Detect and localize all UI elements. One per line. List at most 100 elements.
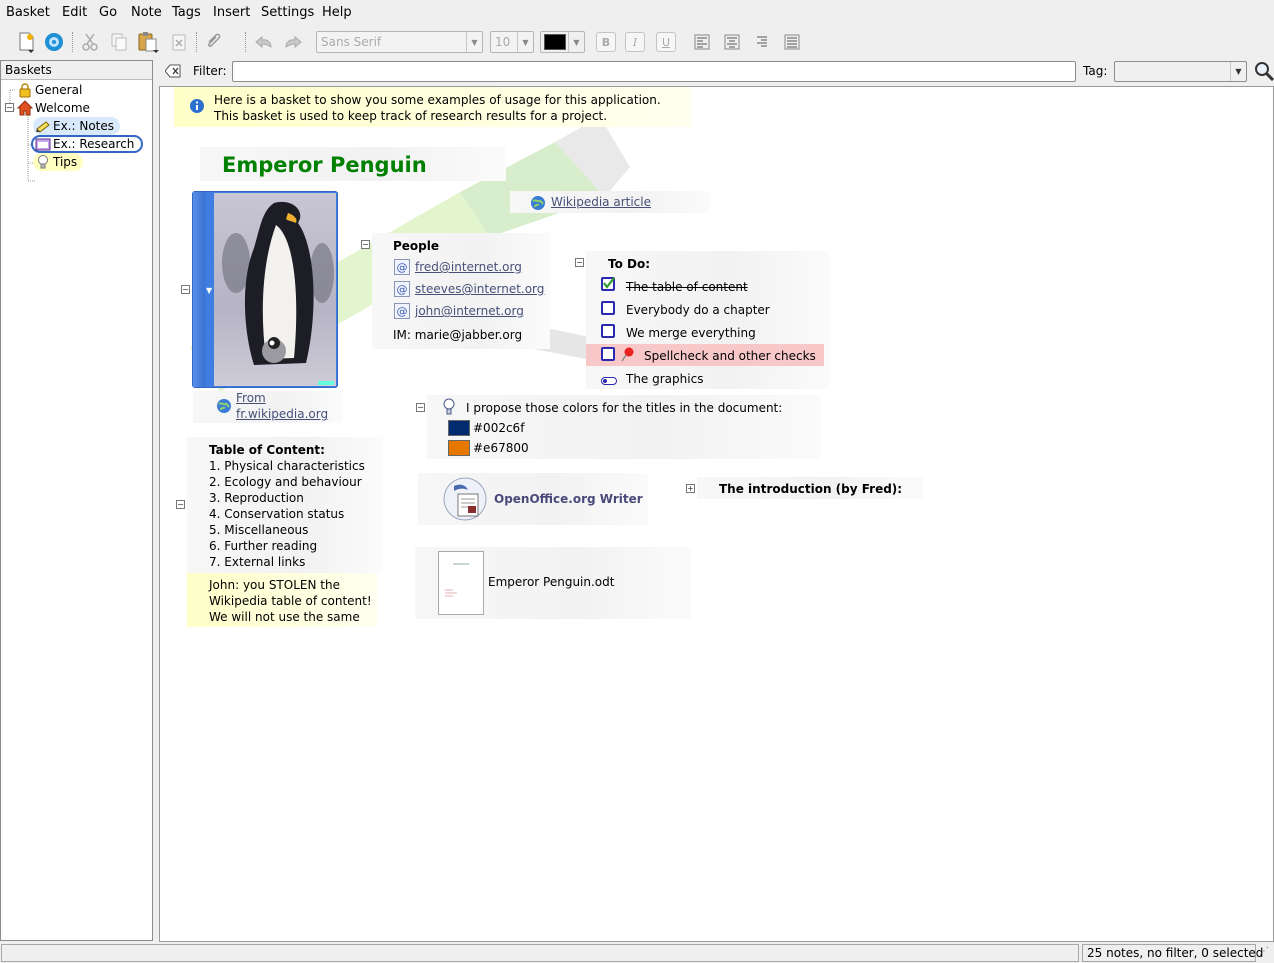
- new-basket-button[interactable]: [42, 30, 66, 54]
- filter-input[interactable]: [232, 61, 1076, 82]
- people-heading: People: [393, 239, 440, 253]
- delete-icon: [172, 34, 186, 51]
- align-right-button[interactable]: [750, 30, 774, 54]
- font-size-combo[interactable]: 10 ▼: [490, 31, 534, 53]
- pushpin-icon: [620, 346, 636, 362]
- todo-checkbox[interactable]: [601, 347, 615, 364]
- copy-button[interactable]: [107, 30, 131, 54]
- todo-group[interactable]: [586, 251, 830, 389]
- search-icon: [1255, 62, 1274, 82]
- clear-filter-button[interactable]: [164, 64, 181, 78]
- redo-button[interactable]: [281, 30, 305, 54]
- todo-checkbox-done[interactable]: [601, 277, 615, 294]
- expand-introduction-toggle[interactable]: +: [686, 484, 695, 493]
- folder-icon: [35, 136, 51, 152]
- resize-grip-icon[interactable]: ⋰: [1259, 946, 1273, 960]
- collapse-welcome-toggle[interactable]: −: [5, 103, 14, 112]
- menu-tags[interactable]: Tags: [172, 5, 201, 20]
- image-source-link-line-1[interactable]: From: [236, 391, 266, 405]
- collapse-toc-toggle[interactable]: −: [176, 500, 185, 509]
- basket-tree-header: Baskets: [1, 61, 152, 80]
- toc-heading: Table of Content:: [209, 443, 325, 457]
- collapse-todo-toggle[interactable]: −: [575, 258, 584, 267]
- emperor-penguin-image: [214, 193, 336, 386]
- todo-checkbox[interactable]: [601, 301, 615, 318]
- underline-button[interactable]: U: [656, 32, 676, 52]
- sidebar-item-ex-notes[interactable]: Ex.: Notes: [33, 117, 121, 135]
- odt-file-name[interactable]: Emperor Penguin.odt: [488, 575, 614, 589]
- sidebar-item-general[interactable]: General: [15, 81, 88, 99]
- align-left-button[interactable]: [690, 30, 714, 54]
- toc-item: 3. Reproduction: [209, 491, 304, 505]
- menu-note[interactable]: Note: [131, 5, 162, 20]
- copy-icon: [111, 33, 127, 51]
- note-handle[interactable]: [193, 192, 205, 387]
- wikipedia-article-link[interactable]: Wikipedia article: [551, 195, 651, 209]
- cut-button[interactable]: [78, 30, 102, 54]
- progress-tag-icon: [601, 374, 617, 385]
- menu-insert[interactable]: Insert: [213, 5, 250, 20]
- lightbulb-icon: [441, 398, 457, 416]
- colors-heading: I propose those colors for the titles in…: [466, 401, 783, 415]
- collapse-colors-toggle[interactable]: −: [416, 403, 425, 412]
- tag-label: Tag:: [1083, 64, 1108, 78]
- menu-edit[interactable]: Edit: [62, 5, 87, 20]
- note-menu-arrow-icon[interactable]: ▼: [206, 286, 212, 295]
- menu-basket[interactable]: Basket: [6, 5, 50, 20]
- italic-button[interactable]: I: [625, 32, 645, 52]
- globe-icon: [530, 195, 546, 211]
- undo-button[interactable]: [252, 30, 276, 54]
- sidebar-item-tips[interactable]: Tips: [33, 153, 84, 171]
- intro-text-line-1: Here is a basket to show you some exampl…: [214, 93, 661, 107]
- email-link-fred[interactable]: fred@internet.org: [415, 260, 522, 274]
- delete-button[interactable]: [167, 30, 191, 54]
- align-justify-button[interactable]: [780, 30, 804, 54]
- chevron-down-icon: ▼: [1230, 62, 1246, 81]
- image-source-link-line-2[interactable]: fr.wikipedia.org: [236, 407, 328, 421]
- undo-icon: [255, 35, 272, 49]
- new-note-button[interactable]: [14, 30, 38, 54]
- sidebar-item-label: Welcome: [35, 101, 90, 115]
- todo-item-table-of-content[interactable]: The table of content: [626, 280, 748, 294]
- align-justify-icon: [784, 34, 800, 50]
- chevron-down-icon: ▼: [466, 32, 482, 52]
- status-bar: 25 notes, no filter, 0 selected ⋰: [0, 942, 1274, 963]
- paste-button[interactable]: [136, 30, 160, 54]
- sidebar-item-welcome[interactable]: Welcome: [15, 99, 96, 117]
- bold-button[interactable]: B: [596, 32, 616, 52]
- todo-item-spellcheck[interactable]: Spellcheck and other checks: [644, 349, 816, 363]
- checkbox-unchecked-icon: [601, 301, 615, 315]
- home-icon: [17, 100, 33, 116]
- sidebar-item-ex-research[interactable]: Ex.: Research: [31, 135, 143, 153]
- status-message-area: [1, 944, 1079, 962]
- toolbar-separator: [196, 32, 198, 52]
- todo-item-merge[interactable]: We merge everything: [626, 326, 756, 340]
- menu-go[interactable]: Go: [99, 5, 117, 20]
- align-center-button[interactable]: [720, 30, 744, 54]
- color-code-blue[interactable]: #002c6f: [473, 421, 524, 435]
- todo-item-graphics[interactable]: The graphics: [626, 372, 703, 386]
- penguin-image-note[interactable]: ▼: [192, 191, 338, 388]
- search-button[interactable]: [1253, 60, 1274, 82]
- scissors-icon: [82, 33, 98, 51]
- menu-help[interactable]: Help: [322, 5, 352, 20]
- font-family-combo[interactable]: Sans Serif ▼: [316, 31, 483, 53]
- toc-comment-line: We will not use the same: [209, 610, 360, 624]
- font-size-value: 10: [495, 35, 511, 49]
- attach-button[interactable]: [203, 30, 227, 54]
- openoffice-writer-icon: [442, 476, 488, 522]
- email-link-steeves[interactable]: steeves@internet.org: [415, 282, 544, 296]
- collapse-image-group-toggle[interactable]: −: [181, 285, 190, 294]
- email-link-john[interactable]: john@internet.org: [415, 304, 524, 318]
- basket-tree-panel: Baskets − General Welcome Ex.: Notes Ex.…: [0, 60, 153, 941]
- text-color-picker[interactable]: ▼: [540, 31, 585, 53]
- openoffice-writer-label[interactable]: OpenOffice.org Writer: [494, 492, 643, 506]
- collapse-people-toggle[interactable]: −: [361, 240, 370, 249]
- tag-filter-combo[interactable]: ▼: [1114, 61, 1247, 82]
- color-code-orange[interactable]: #e67800: [473, 441, 529, 455]
- menu-settings[interactable]: Settings: [261, 5, 314, 20]
- align-right-icon: [757, 36, 767, 47]
- paperclip-icon: [208, 33, 221, 47]
- todo-checkbox[interactable]: [601, 324, 615, 341]
- todo-item-chapter[interactable]: Everybody do a chapter: [626, 303, 770, 317]
